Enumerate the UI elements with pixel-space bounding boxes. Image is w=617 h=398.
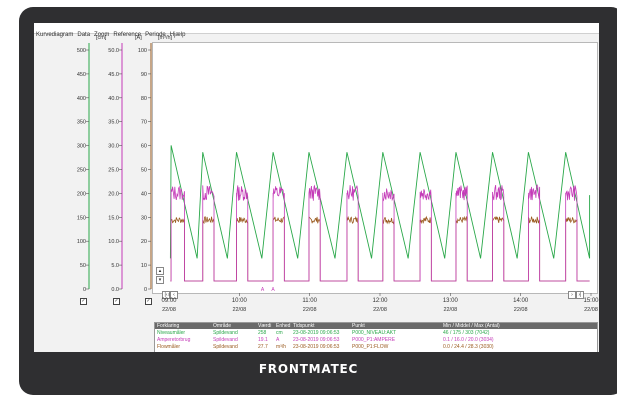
tick-label-cm-6: 200 (77, 191, 86, 197)
tick-label-flow-2: 80 (141, 96, 147, 102)
legend-header-2: Værdi (258, 323, 272, 329)
legend-header-0: Forklaring (157, 323, 180, 329)
series-line-ampere (170, 184, 590, 282)
tick-label-cm-8: 100 (77, 239, 86, 245)
tick-label-a-5: 25.0 (108, 168, 119, 174)
legend-header-6: Min / Middel / Max (Antal) (443, 323, 500, 329)
time-axis: 09:00 22/08 10:00 22/08 11:00 22/08 12:00 22/08… (161, 293, 599, 313)
tick-label-a-9: 5.0 (111, 263, 119, 269)
time-label-4: 13:00 (443, 298, 459, 304)
legend-row-2-punkt: P000_P1:FLOW (352, 344, 389, 350)
legend-header-1: Område (213, 323, 232, 329)
legend-table: Forklaring Område Værdi Enhed Tidspunkt Punkt… (154, 322, 598, 352)
legend-row-2-omraade: Spildevand (213, 344, 238, 350)
legend-row-0-tidspunkt: 23-08-2019 09:06:53 (293, 330, 340, 336)
legend-header-5: Punkt (352, 323, 365, 329)
tick-label-flow-5: 50 (141, 168, 147, 174)
tick-label-a-0: 50.0 (108, 48, 119, 54)
tick-label-cm-0: 500 (77, 48, 86, 54)
tick-label-flow-0: 100 (138, 48, 147, 54)
legend-row-2-enhed: m³/h (276, 344, 286, 350)
legend-header-3: Enhed (276, 323, 291, 329)
legend-row-0-omraade: Spildevand (213, 330, 238, 336)
legend-row-1-enhed: A (276, 337, 280, 343)
app-window: Kurvediagram Data Zoom Reference Periode Hjæl… (34, 23, 599, 352)
tick-label-cm-9: 50 (80, 263, 86, 269)
legend-row-1-tidspunkt: 23-08-2019 09:06:53 (293, 337, 340, 343)
legend-row-2-vaerdi: 27.7 (258, 344, 268, 350)
legend-row-2-tidspunkt: 23-08-2019 09:06:53 (293, 344, 340, 350)
legend-row-0-punkt: P000_NIVEAU:AKT (352, 330, 397, 336)
tick-label-flow-9: 10 (141, 263, 147, 269)
line-chart: AA (169, 145, 591, 293)
legend-row-0-enhed: cm (276, 330, 283, 336)
date-label-1: 22/08 (232, 307, 246, 313)
legend-header-4: Tidspunkt (293, 323, 315, 329)
time-label-6: 15:00 (583, 298, 599, 304)
tick-label-flow-7: 30 (141, 215, 147, 221)
series-line-flow (170, 215, 590, 282)
tick-label-cm-4: 300 (77, 144, 86, 150)
time-label-2: 11:00 (302, 298, 317, 304)
tick-label-cm-1: 450 (77, 72, 86, 78)
chart-plot-area: AA (152, 42, 598, 294)
tick-label-flow-3: 70 (141, 120, 147, 126)
tick-label-a-2: 40.0 (108, 96, 119, 102)
tick-label-flow-1: 90 (141, 72, 147, 78)
time-label-0: 09:00 (161, 298, 177, 304)
legend-row-0-stats: 46 / 175 / 303 (7042) (443, 330, 490, 336)
date-label-0: 22/08 (162, 307, 176, 313)
legend-row-0-vaerdi: 258 (258, 330, 267, 336)
date-label-3: 22/08 (373, 307, 387, 313)
date-label-6: 22/08 (584, 307, 598, 313)
series-line-niveau (169, 145, 591, 259)
legend-row-1-vaerdi: 19.1 (258, 337, 268, 343)
legend-header: Forklaring Område Værdi Enhed Tidspunkt Punkt… (155, 323, 597, 329)
legend-row-1-stats: 0.1 / 16.0 / 20.0 (3034) (443, 337, 494, 343)
date-label-2: 22/08 (303, 307, 317, 313)
legend-row-1-forklaring[interactable]: Amperetorbrug (157, 337, 190, 343)
tick-label-a-8: 10.0 (108, 239, 119, 245)
tick-label-cm-3: 350 (77, 120, 86, 126)
brand-logo: FRONTMATEC (258, 362, 359, 376)
tick-label-cm-5: 250 (77, 168, 86, 174)
legend-row-1-omraade: Spildevand (213, 337, 238, 343)
legend-row-1-punkt: P000_P1:AMPERE (352, 337, 396, 343)
time-label-3: 12:00 (372, 298, 388, 304)
tick-label-flow-6: 40 (141, 191, 147, 197)
tick-label-a-3: 35.0 (108, 120, 119, 126)
legend-row-0-forklaring[interactable]: Niveaumåler (157, 330, 185, 336)
date-label-4: 22/08 (443, 307, 457, 313)
tick-label-a-7: 15.0 (108, 215, 119, 221)
date-label-5: 22/08 (514, 307, 528, 313)
tick-label-cm-7: 150 (77, 215, 86, 221)
zoom-up-button[interactable]: ▴ (156, 267, 164, 275)
tick-label-a-6: 20.0 (108, 191, 119, 197)
zoom-down-button[interactable]: ▾ (156, 276, 164, 284)
tick-label-flow-4: 60 (141, 144, 147, 150)
legend-row-2-stats: 0.0 / 24.4 / 28.3 (3030) (443, 344, 494, 350)
time-label-1: 10:00 (232, 298, 248, 304)
legend-row-2-forklaring[interactable]: Flowmåler (157, 344, 180, 350)
tick-label-cm-2: 400 (77, 96, 86, 102)
tick-label-a-4: 30.0 (108, 144, 119, 150)
tick-label-flow-8: 20 (141, 239, 147, 245)
time-label-5: 14:00 (513, 298, 529, 304)
tick-label-a-1: 45.0 (108, 72, 119, 78)
